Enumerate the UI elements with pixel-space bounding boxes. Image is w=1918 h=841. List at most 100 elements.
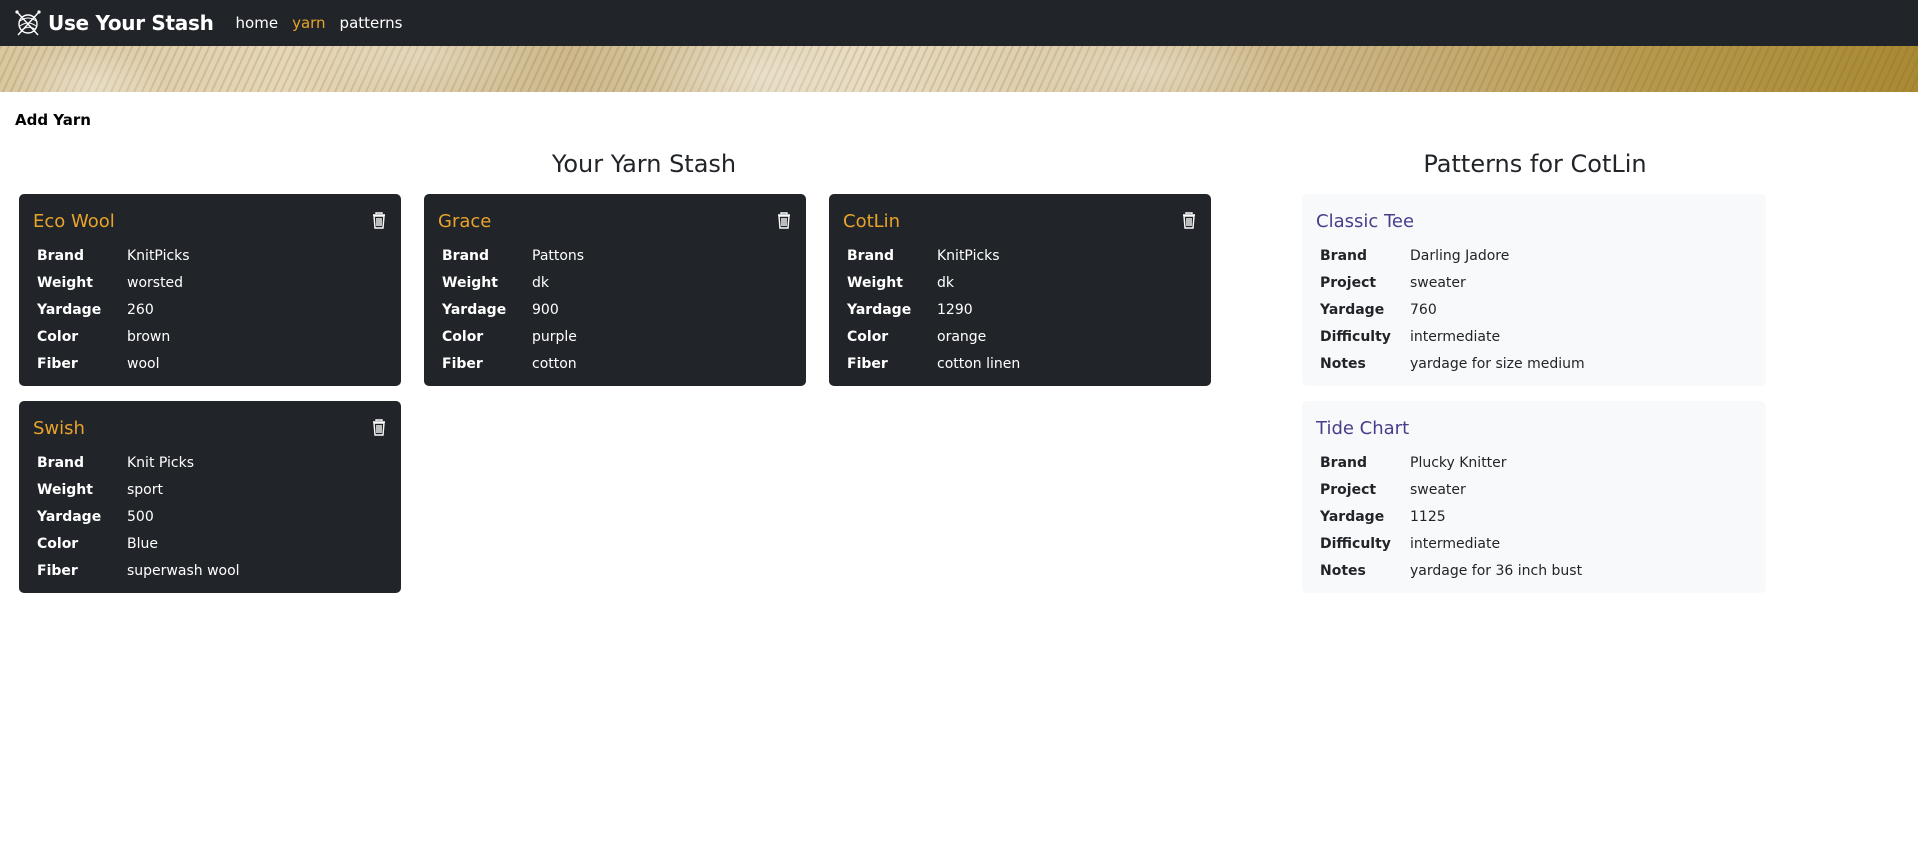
row-value: yardage for size medium	[1410, 355, 1585, 372]
row-label: Notes	[1320, 355, 1366, 372]
row-value: brown	[127, 328, 171, 345]
row-value: sweater	[1410, 481, 1466, 498]
trash-icon[interactable]	[776, 212, 792, 230]
row-value: KnitPicks	[127, 247, 190, 264]
row-value: dk	[937, 274, 954, 291]
row-label: Color	[442, 328, 484, 345]
row-value: 900	[532, 301, 559, 318]
row-value: 760	[1410, 301, 1437, 318]
pattern-detail-row: Notes yardage for size medium	[1316, 350, 1752, 377]
row-value: Knit Picks	[127, 454, 195, 471]
row-label: Weight	[442, 274, 498, 291]
yarn-detail-row: Color orange	[843, 323, 1197, 350]
yarn-detail-row: Fiber superwash wool	[33, 557, 387, 584]
row-value: 1125	[1410, 508, 1446, 525]
row-label: Project	[1320, 274, 1377, 291]
row-label: Fiber	[847, 355, 888, 372]
row-label: Weight	[847, 274, 903, 291]
row-label: Yardage	[847, 301, 912, 318]
pattern-card-title[interactable]: Classic Tee	[1316, 211, 1414, 232]
pattern-detail-row: Notes yardage for 36 inch bust	[1316, 557, 1752, 584]
row-label: Difficulty	[1320, 535, 1391, 552]
pattern-detail-row: Yardage 1125	[1316, 503, 1752, 530]
trash-icon[interactable]	[1181, 212, 1197, 230]
pattern-detail-row: Yardage 760	[1316, 296, 1752, 323]
row-label: Yardage	[1320, 301, 1385, 318]
yarn-card: Eco Wool Brand KnitPicks Weight worsted Ya…	[19, 194, 401, 386]
row-value: 1290	[937, 301, 973, 318]
row-label: Project	[1320, 481, 1377, 498]
nav-link-home[interactable]: home	[236, 14, 279, 32]
row-label: Color	[37, 328, 79, 345]
row-value: purple	[532, 328, 577, 345]
nav-link-yarn[interactable]: yarn	[292, 14, 325, 32]
row-value: dk	[532, 274, 549, 291]
yarn-detail-row: Color Blue	[33, 530, 387, 557]
pattern-detail-row: Brand Plucky Knitter	[1316, 449, 1752, 476]
yarn-detail-row: Yardage 500	[33, 503, 387, 530]
yarn-card-title: Swish	[33, 417, 85, 439]
trash-icon[interactable]	[371, 212, 387, 230]
row-label: Yardage	[37, 301, 102, 318]
row-value: sweater	[1410, 274, 1466, 291]
row-value: wool	[127, 355, 160, 372]
yarn-ball-logo-icon	[14, 9, 42, 37]
row-value: orange	[937, 328, 987, 345]
yarn-card-title: Grace	[438, 210, 492, 232]
row-label: Brand	[1320, 247, 1368, 264]
row-label: Brand	[847, 247, 895, 264]
top-navbar: Use Your Stash home yarn patterns	[0, 0, 1918, 46]
yarn-detail-row: Brand Pattons	[438, 242, 792, 269]
row-label: Fiber	[37, 355, 78, 372]
yarn-detail-row: Fiber wool	[33, 350, 387, 377]
row-label: Notes	[1320, 562, 1366, 579]
yarn-stash-title: Your Yarn Stash	[551, 150, 737, 178]
row-value: 260	[127, 301, 154, 318]
row-value: superwash wool	[127, 562, 240, 579]
yarn-detail-row: Weight dk	[843, 269, 1197, 296]
yarn-card: CotLin Brand KnitPicks Weight dk Yardage 12…	[829, 194, 1211, 386]
pattern-detail-row: Difficulty intermediate	[1316, 530, 1752, 557]
pattern-card-title[interactable]: Tide Chart	[1316, 418, 1409, 439]
yarn-detail-row: Fiber cotton	[438, 350, 792, 377]
nav-links: home yarn patterns	[236, 14, 417, 32]
row-label: Fiber	[442, 355, 483, 372]
yarn-card-title: CotLin	[843, 210, 901, 232]
row-label: Brand	[37, 247, 85, 264]
row-value: intermediate	[1410, 535, 1501, 552]
row-label: Weight	[37, 481, 93, 498]
row-value: cotton	[532, 355, 577, 372]
row-label: Brand	[1320, 454, 1368, 471]
trash-icon[interactable]	[371, 419, 387, 437]
yarn-detail-row: Yardage 1290	[843, 296, 1197, 323]
yarn-detail-row: Brand KnitPicks	[33, 242, 387, 269]
yarn-detail-row: Fiber cotton linen	[843, 350, 1197, 377]
yarn-card-title: Eco Wool	[33, 210, 115, 232]
row-label: Color	[847, 328, 889, 345]
yarn-banner-image	[0, 46, 1918, 92]
brand[interactable]: Use Your Stash	[14, 9, 214, 37]
yarn-card: Grace Brand Pattons Weight dk Yardage 900 C…	[424, 194, 806, 386]
pattern-detail-row: Difficulty intermediate	[1316, 323, 1752, 350]
row-label: Brand	[442, 247, 490, 264]
yarn-detail-row: Yardage 900	[438, 296, 792, 323]
row-value: Plucky Knitter	[1410, 454, 1507, 471]
row-label: Color	[37, 535, 79, 552]
row-value: intermediate	[1410, 328, 1501, 345]
row-label: Difficulty	[1320, 328, 1391, 345]
row-label: Yardage	[442, 301, 507, 318]
row-value: Blue	[127, 535, 158, 552]
nav-link-patterns[interactable]: patterns	[340, 14, 403, 32]
row-label: Fiber	[37, 562, 78, 579]
row-value: worsted	[127, 274, 184, 291]
row-value: Pattons	[532, 247, 585, 264]
pattern-detail-row: Project sweater	[1316, 476, 1752, 503]
yarn-detail-row: Weight sport	[33, 476, 387, 503]
row-value: 500	[127, 508, 154, 525]
add-yarn-link[interactable]: Add Yarn	[15, 111, 91, 129]
yarn-detail-row: Weight dk	[438, 269, 792, 296]
pattern-card: Classic Tee Brand Darling Jadore Project s…	[1302, 194, 1766, 386]
patterns-title: Patterns for CotLin	[1423, 150, 1647, 178]
row-value: KnitPicks	[937, 247, 1000, 264]
row-label: Yardage	[37, 508, 102, 525]
